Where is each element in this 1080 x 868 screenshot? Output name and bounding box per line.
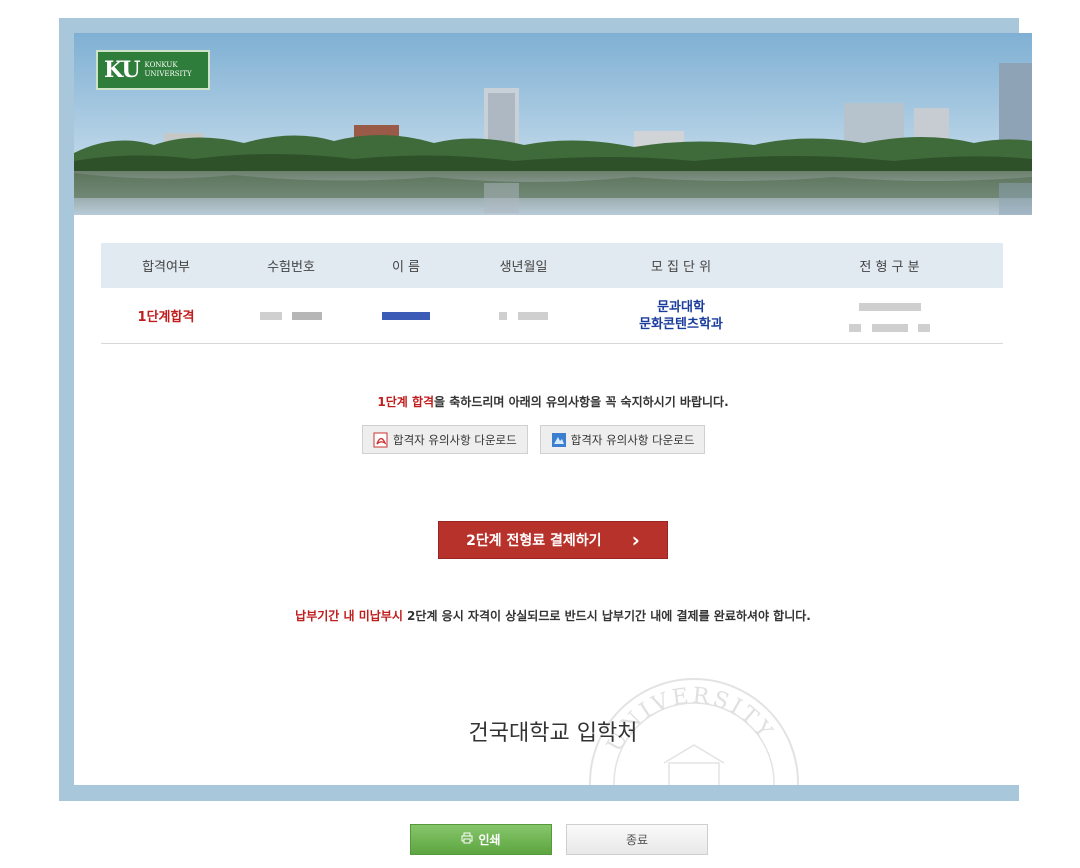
download-buttons: 합격자 유의사항 다운로드 합격자 유의사항 다운로드: [362, 425, 706, 454]
header-status: 합격여부: [101, 243, 231, 288]
close-label: 종료: [625, 833, 649, 847]
header-admission-type: 전 형 구 분: [776, 243, 1003, 288]
ku-logo[interactable]: KU KONKUK UNIVERSITY: [96, 50, 210, 90]
pdf-icon: [373, 432, 389, 448]
deadline-notice: 납부기간 내 미납부시 2단계 응시 자격이 상실되므로 반드시 납부기간 내에…: [74, 607, 1032, 624]
unit-department: 문화콘텐츠학과: [639, 316, 723, 332]
pay-stage2-fee-button[interactable]: 2단계 전형료 결제하기 ›: [438, 521, 668, 559]
congrats-notice: 1단계 합격을 축하드리며 아래의 유의사항을 꼭 숙지하시기 바랍니다.: [74, 393, 1032, 410]
download-doc-button[interactable]: 합격자 유의사항 다운로드: [539, 425, 706, 454]
redacted-block: [517, 311, 548, 320]
congrats-text: 을 축하드리며 아래의 유의사항을 꼭 숙지하시기 바랍니다.: [434, 395, 729, 409]
exam-number-cell: [231, 288, 351, 344]
header-name: 이 름: [351, 243, 461, 288]
table-header-row: 합격여부 수험번호 이 름 생년월일 모 집 단 위 전 형 구 분: [101, 243, 1003, 288]
page-frame: KU KONKUK UNIVERSITY 합격여부 수험번호 이 름 생년월일 …: [59, 18, 1032, 801]
admission-type-cell: [776, 288, 1003, 344]
campus-banner: KU KONKUK UNIVERSITY: [74, 33, 1032, 215]
download-doc-label: 합격자 유의사항 다운로드: [570, 432, 695, 447]
logo-name-line2: UNIVERSITY: [144, 70, 192, 78]
birthdate-cell: [461, 288, 586, 344]
close-button[interactable]: 종료: [566, 824, 708, 855]
redacted-block: [858, 303, 921, 311]
congrats-highlight: 1단계 합격: [377, 395, 435, 409]
redacted-block: [917, 323, 930, 332]
download-pdf-label: 합격자 유의사항 다운로드: [393, 432, 517, 447]
deadline-text: 2단계 응시 자격이 상실되므로 반드시 납부기간 내에 결제를 완료하셔야 합…: [402, 609, 811, 623]
table-row: 1단계합격 문과대학 문화콘텐츠학과: [101, 288, 1003, 344]
document-icon: [551, 432, 567, 448]
logo-text: KONKUK UNIVERSITY: [145, 61, 192, 79]
logo-name-line1: KONKUK: [144, 61, 178, 69]
download-pdf-button[interactable]: 합격자 유의사항 다운로드: [362, 425, 528, 454]
print-label: 인쇄: [478, 833, 501, 847]
result-panel: KU KONKUK UNIVERSITY 합격여부 수험번호 이 름 생년월일 …: [74, 33, 1032, 785]
status-cell: 1단계합격: [101, 288, 231, 344]
bottom-actions: 인쇄 종료: [410, 824, 708, 855]
logo-mark: KU: [104, 57, 141, 83]
redacted-block: [849, 323, 862, 332]
header-birthdate: 생년월일: [461, 243, 586, 288]
printer-icon: [461, 832, 473, 847]
chevron-right-icon: ›: [631, 528, 640, 552]
redacted-block: [292, 311, 323, 320]
unit-college: 문과대학: [657, 299, 705, 315]
campus-lake-image: [74, 33, 1032, 215]
redacted-block: [499, 311, 508, 320]
redacted-block: [382, 311, 430, 320]
deadline-highlight: 납부기간 내 미납부시: [295, 609, 403, 623]
result-table: 합격여부 수험번호 이 름 생년월일 모 집 단 위 전 형 구 분 1단계합격: [101, 243, 1003, 344]
header-exam-number: 수험번호: [231, 243, 351, 288]
pay-button-label: 2단계 전형료 결제하기: [466, 533, 602, 549]
name-cell: [351, 288, 461, 344]
redacted-block: [871, 323, 908, 332]
redacted-block: [259, 311, 282, 320]
header-unit: 모 집 단 위: [586, 243, 776, 288]
admissions-office-title: 건국대학교 입학처: [468, 721, 638, 746]
print-button[interactable]: 인쇄: [410, 824, 552, 855]
unit-cell: 문과대학 문화콘텐츠학과: [586, 288, 776, 344]
